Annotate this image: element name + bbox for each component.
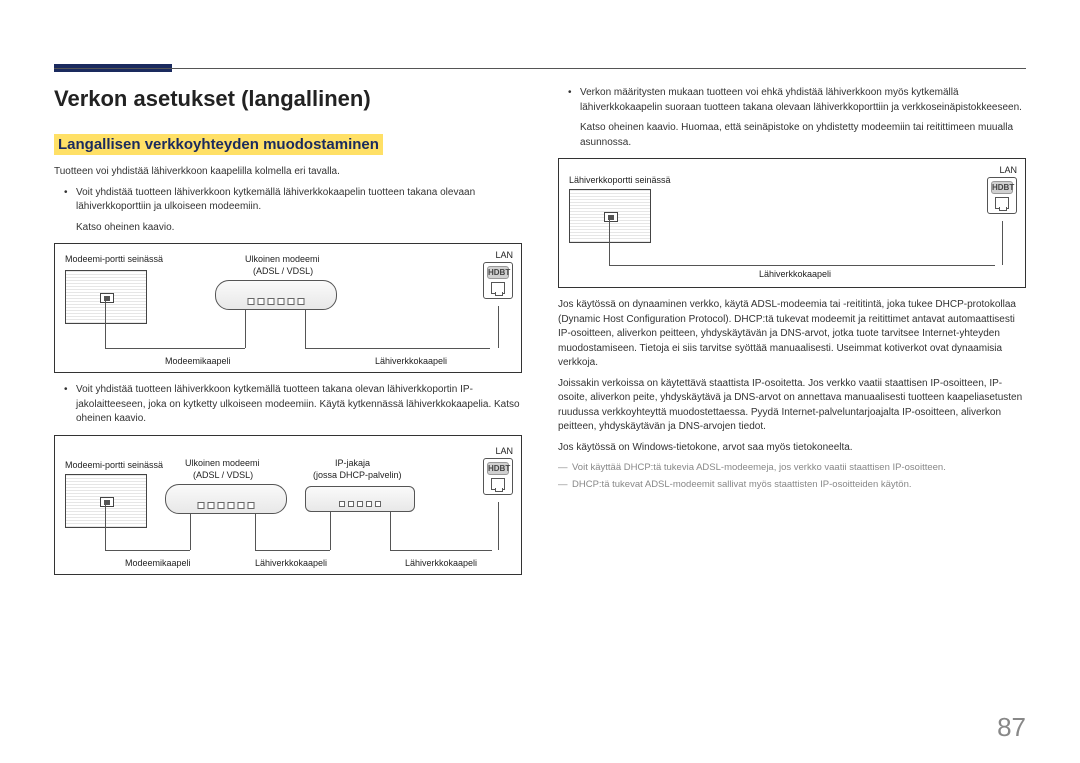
label-hdbt-3: HDBT bbox=[991, 181, 1013, 194]
page-content: Verkon asetukset (langallinen) Langallis… bbox=[54, 86, 1026, 723]
method-list-2: Voit yhdistää tuotteen lähiverkkoon kytk… bbox=[54, 383, 522, 427]
label-lan-cable-2a: Lähiverkkokaapeli bbox=[255, 558, 327, 568]
method-3: Verkon määritysten mukaan tuotteen voi e… bbox=[558, 86, 1026, 115]
label-external-modem: Ulkoinen modeemi bbox=[245, 254, 320, 264]
modem-icon-2 bbox=[165, 484, 287, 514]
label-adsl-vdsl: (ADSL / VDSL) bbox=[253, 266, 313, 276]
header-rule bbox=[54, 68, 1026, 69]
page-number: 87 bbox=[997, 712, 1026, 743]
label-lan-cable-3: Lähiverkkokaapeli bbox=[759, 269, 831, 279]
label-adsl-vdsl-2: (ADSL / VDSL) bbox=[193, 470, 253, 480]
diagram-ip-sharer: Modeemi-portti seinässä Ulkoinen modeemi… bbox=[54, 435, 522, 575]
lan-port-icon-2: HDBT bbox=[483, 458, 513, 495]
label-ip-sharer: IP-jakaja bbox=[335, 458, 370, 468]
right-column: Verkon määritysten mukaan tuotteen voi e… bbox=[558, 86, 1026, 723]
windows-paragraph: Jos käytössä on Windows-tietokone, arvot… bbox=[558, 441, 1026, 456]
method-list-1: Voit yhdistää tuotteen lähiverkkoon kytk… bbox=[54, 186, 522, 215]
label-lan-wall-port: Lähiverkkoportti seinässä bbox=[569, 175, 671, 185]
label-lan-cable-2b: Lähiverkkokaapeli bbox=[405, 558, 477, 568]
method-2: Voit yhdistää tuotteen lähiverkkoon kytk… bbox=[54, 383, 522, 427]
intro-text: Tuotteen voi yhdistää lähiverkkoon kaape… bbox=[54, 165, 522, 180]
ip-sharer-icon bbox=[305, 486, 415, 512]
label-wall-port-2: Modeemi-portti seinässä bbox=[65, 460, 163, 470]
lan-port-icon: HDBT bbox=[483, 262, 513, 299]
modem-icon bbox=[215, 280, 337, 310]
label-lan-2: LAN bbox=[495, 446, 513, 456]
label-hdbt: HDBT bbox=[487, 266, 509, 279]
label-hdbt-2: HDBT bbox=[487, 462, 509, 475]
wall-panel-icon-3 bbox=[569, 189, 651, 243]
static-ip-paragraph: Joissakin verkoissa on käytettävä staatt… bbox=[558, 377, 1026, 435]
wall-panel-icon-2 bbox=[65, 474, 147, 528]
diagram-modem-direct: Modeemi-portti seinässä Ulkoinen modeemi… bbox=[54, 243, 522, 373]
label-lan-cable: Lähiverkkokaapeli bbox=[375, 356, 447, 366]
method-1-sub: Katso oheinen kaavio. bbox=[54, 221, 522, 236]
left-column: Verkon asetukset (langallinen) Langallis… bbox=[54, 86, 522, 723]
method-1: Voit yhdistää tuotteen lähiverkkoon kytk… bbox=[54, 186, 522, 215]
page-title: Verkon asetukset (langallinen) bbox=[54, 86, 522, 112]
label-external-modem-2: Ulkoinen modeemi bbox=[185, 458, 260, 468]
label-ip-sharer-sub: (jossa DHCP-palvelin) bbox=[313, 470, 402, 480]
lan-port-icon-3: HDBT bbox=[987, 177, 1017, 214]
label-modem-cable-2: Modeemikaapeli bbox=[125, 558, 191, 568]
label-lan: LAN bbox=[495, 250, 513, 260]
method-3-sub: Katso oheinen kaavio. Huomaa, että seinä… bbox=[558, 121, 1026, 150]
label-wall-port: Modeemi-portti seinässä bbox=[65, 254, 163, 264]
diagram-wall-direct: Lähiverkkoportti seinässä LAN HDBT Lähiv… bbox=[558, 158, 1026, 288]
wall-panel-icon bbox=[65, 270, 147, 324]
method-list-3: Verkon määritysten mukaan tuotteen voi e… bbox=[558, 86, 1026, 115]
note-2: DHCP:tä tukevat ADSL-modeemit sallivat m… bbox=[558, 478, 1026, 491]
dhcp-paragraph: Jos käytössä on dynaaminen verkko, käytä… bbox=[558, 298, 1026, 371]
footnotes: Voit käyttää DHCP:tä tukevia ADSL-modeem… bbox=[558, 461, 1026, 492]
label-lan-3: LAN bbox=[999, 165, 1017, 175]
section-heading: Langallisen verkkoyhteyden muodostaminen bbox=[54, 134, 383, 155]
label-modem-cable: Modeemikaapeli bbox=[165, 356, 231, 366]
note-1: Voit käyttää DHCP:tä tukevia ADSL-modeem… bbox=[558, 461, 1026, 474]
